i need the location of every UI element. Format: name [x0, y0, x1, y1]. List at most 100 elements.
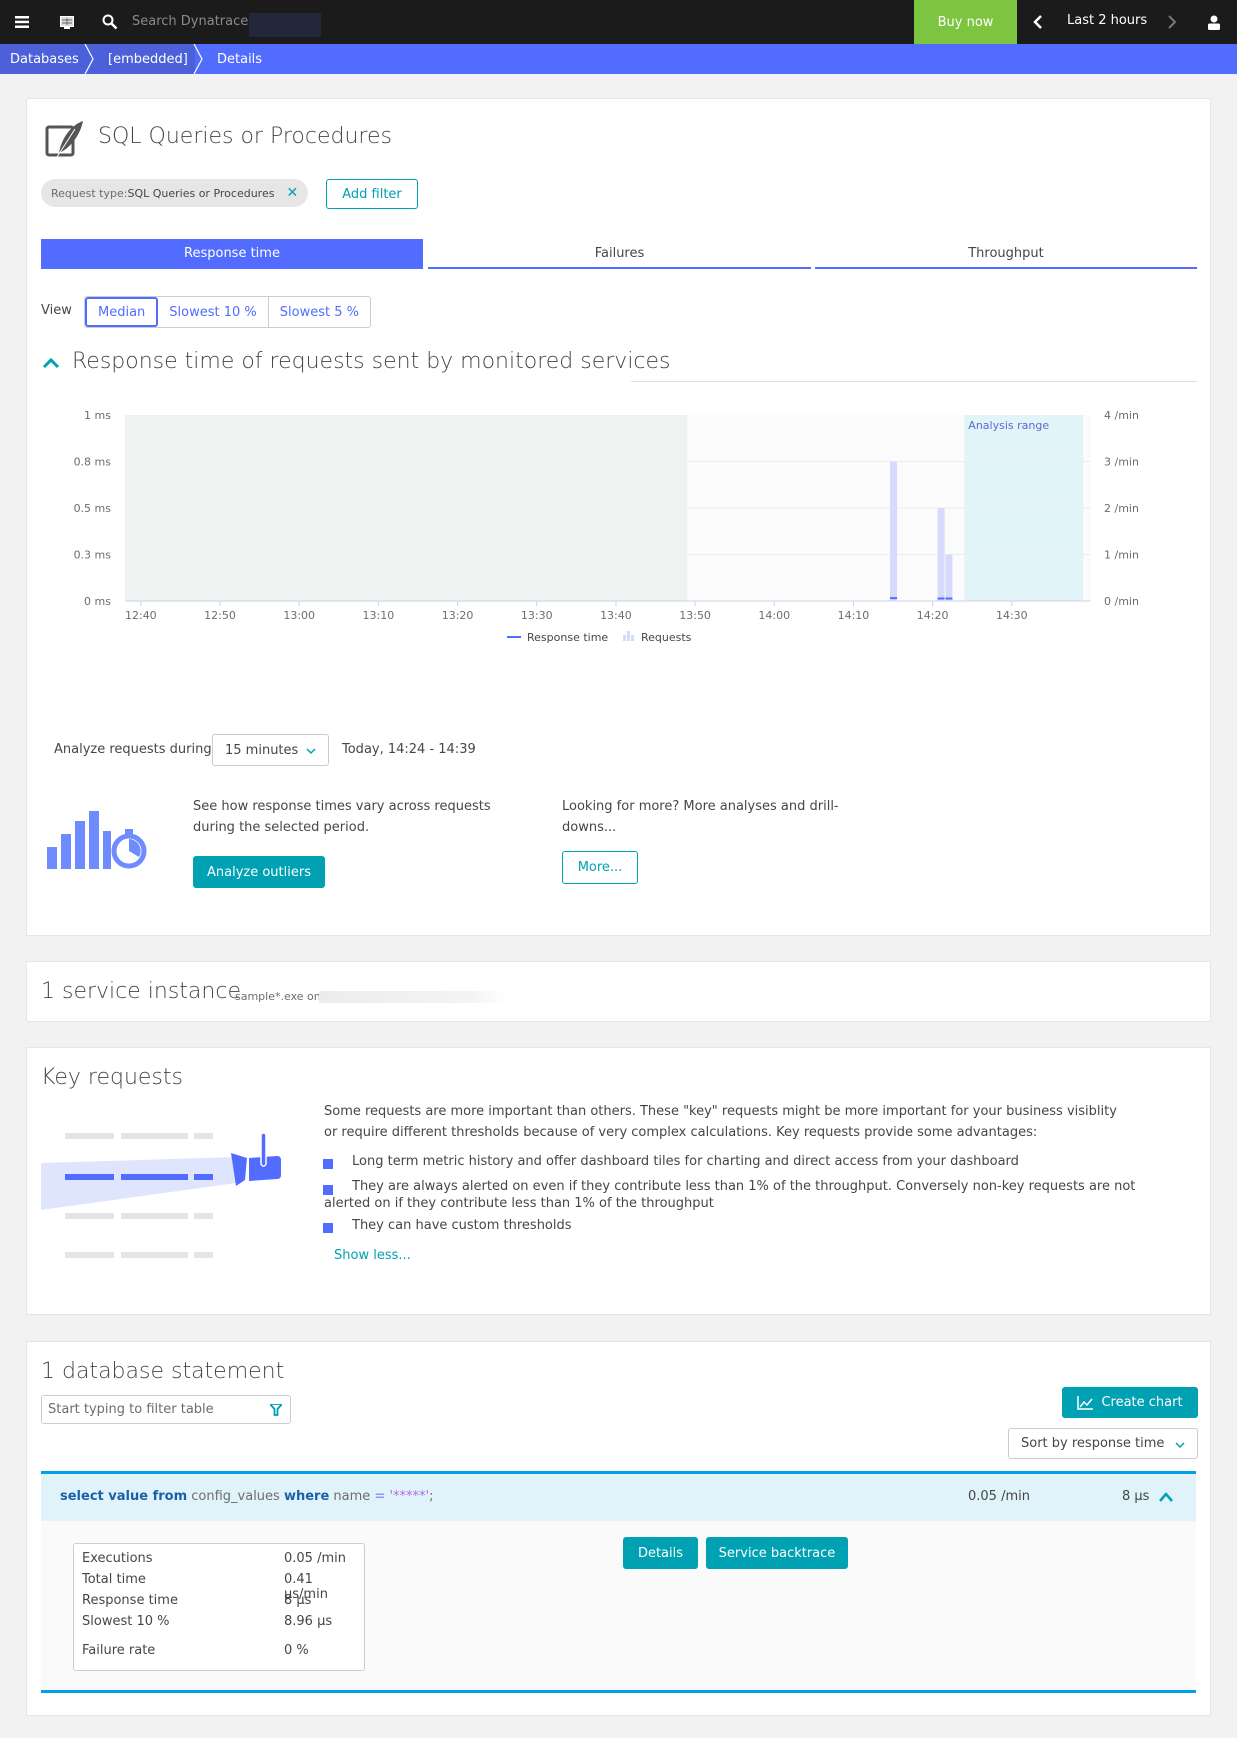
breadcrumb-embedded[interactable]: [embedded]	[108, 44, 188, 74]
chevron-left-icon[interactable]	[1028, 0, 1048, 44]
filter-icon	[270, 1404, 282, 1416]
response-time-chart[interactable]: Analysis range 0 /min 1 /min 2 /min 3 /min 4 …	[27, 379, 1212, 719]
requests-bar	[890, 461, 898, 601]
analyze-outliers-button[interactable]: Analyze outliers	[193, 856, 325, 888]
x-tick-label: 13:20	[442, 609, 474, 622]
view-slowest-5[interactable]: Slowest 5 %	[269, 297, 370, 327]
key-requests-bullet: They can have custom thresholds	[352, 1218, 572, 1233]
filter-table-placeholder: Start typing to filter table	[48, 1402, 214, 1417]
show-less-link[interactable]: Show less...	[334, 1245, 411, 1266]
breadcrumb: Databases [embedded] Details	[0, 44, 1237, 74]
view-selector: Median Slowest 10 % Slowest 5 %	[84, 296, 371, 328]
sql-keyword: select value from	[60, 1489, 188, 1504]
stat-value: 8.96 µs	[284, 1614, 333, 1629]
breadcrumb-details: Details	[217, 51, 263, 67]
y-left-tick-label: 0.5 ms	[74, 502, 112, 515]
analysis-range-text: Today, 14:24 - 14:39	[342, 742, 476, 757]
buy-now-button[interactable]: Buy now	[914, 0, 1017, 44]
sql-quill-icon	[45, 119, 85, 163]
filter-table-input[interactable]: Start typing to filter table	[41, 1395, 291, 1424]
create-chart-label: Create chart	[1101, 1395, 1183, 1410]
stat-label: Failure rate	[82, 1643, 156, 1658]
response-time-point	[937, 597, 945, 600]
legend-response-time: Response time	[527, 631, 608, 644]
y-right-tick-label: 2 /min	[1104, 502, 1139, 515]
tab-throughput[interactable]: Throughput	[815, 239, 1197, 269]
duration-dropdown[interactable]: 15 minutes	[212, 734, 329, 766]
y-left-tick-label: 0.8 ms	[74, 456, 112, 469]
collapse-row-chevron-icon[interactable]	[1158, 1491, 1174, 1503]
key-requests-intro: Some requests are more important than ot…	[324, 1104, 1117, 1140]
remove-filter-icon[interactable]: ✕	[286, 185, 298, 201]
legend-requests: Requests	[641, 631, 692, 644]
legend-requests-swatch	[623, 635, 626, 641]
tab-response-time[interactable]: Response time	[41, 239, 423, 269]
response-time-point	[945, 597, 953, 600]
tab-failures[interactable]: Failures	[428, 239, 811, 269]
service-instance-title[interactable]: 1 service instance	[41, 979, 241, 1004]
collapse-chevron-icon[interactable]	[41, 356, 61, 374]
x-tick-label: 13:00	[283, 609, 315, 622]
service-backtrace-button[interactable]: Service backtrace	[706, 1537, 848, 1569]
sort-value: Sort by response time	[1021, 1436, 1165, 1451]
create-chart-button[interactable]: Create chart	[1062, 1387, 1198, 1418]
response-time-card: SQL Queries or Procedures Request type: …	[26, 98, 1211, 936]
more-button[interactable]: More...	[562, 851, 638, 884]
stat-value: 8 µs	[284, 1593, 312, 1608]
breadcrumb-separator	[193, 44, 203, 74]
details-button[interactable]: Details	[623, 1537, 698, 1569]
x-tick-label: 14:20	[917, 609, 949, 622]
requests-bar	[937, 508, 945, 601]
key-requests-bullet: They are always alerted on even if they …	[324, 1179, 1136, 1211]
x-tick-label: 13:50	[679, 609, 711, 622]
stat-response-time: Response time 8 µs	[82, 1593, 356, 1613]
chart-icon	[1077, 1395, 1094, 1410]
breadcrumb-databases[interactable]: Databases	[10, 44, 79, 74]
y-right-tick-label: 1 /min	[1104, 549, 1139, 562]
x-tick-label: 14:00	[758, 609, 790, 622]
legend-requests-swatch	[627, 631, 630, 641]
redacted-environment	[249, 13, 321, 37]
stat-total-time: Total time 0.41 µs/min	[82, 1572, 356, 1602]
stat-value: 0.05 /min	[284, 1551, 346, 1566]
y-left-tick-label: 0 ms	[84, 595, 111, 608]
sql-text: config_values	[187, 1489, 284, 1504]
service-instance-detail: sample*.exe on	[235, 990, 321, 1003]
y-left-tick-label: 0.3 ms	[74, 549, 112, 562]
hamburger-menu-icon[interactable]	[10, 0, 34, 44]
outliers-description: See how response times vary across reque…	[193, 799, 491, 835]
screen-icon[interactable]	[55, 0, 79, 44]
view-slowest-10[interactable]: Slowest 10 %	[158, 297, 269, 327]
search-icon[interactable]	[98, 0, 122, 44]
x-tick-label: 14:10	[838, 609, 870, 622]
sql-keyword: where	[283, 1489, 330, 1504]
sql-literal: '*****'	[385, 1489, 430, 1504]
top-bar: Search Dynatrace: Buy now Last 2 hours	[0, 0, 1237, 44]
filter-chip[interactable]: Request type: SQL Queries or Procedures …	[41, 179, 309, 207]
database-statements-card: 1 database statement Start typing to fil…	[26, 1341, 1211, 1716]
stat-failure-rate: Failure rate 0 %	[82, 1643, 356, 1663]
y-left-tick-label: 1 ms	[84, 409, 111, 422]
analyze-label: Analyze requests during	[54, 742, 212, 757]
filter-key: Request type:	[51, 186, 128, 200]
user-icon[interactable]	[1204, 0, 1224, 44]
stat-label: Total time	[82, 1572, 146, 1587]
stat-value: 0 %	[284, 1643, 309, 1658]
stat-executions: Executions 0.05 /min	[82, 1551, 356, 1571]
sort-dropdown[interactable]: Sort by response time	[1008, 1428, 1198, 1459]
sql-operator: =	[374, 1489, 386, 1504]
no-data-region	[125, 415, 688, 601]
page-title: SQL Queries or Procedures	[98, 124, 392, 149]
search-input[interactable]: Search Dynatrace:	[132, 14, 253, 29]
add-filter-button[interactable]: Add filter	[326, 179, 418, 209]
view-median[interactable]: Median	[85, 297, 159, 327]
row-response-time: 8 µs	[1122, 1489, 1150, 1504]
table-row[interactable]: select value from config_values where na…	[41, 1471, 1196, 1521]
timeframe-selector[interactable]: Last 2 hours	[1067, 13, 1147, 28]
filter-value: SQL Queries or Procedures	[127, 186, 275, 200]
stat-label: Executions	[82, 1551, 153, 1566]
chevron-right-icon[interactable]	[1162, 0, 1182, 44]
x-tick-label: 12:50	[204, 609, 236, 622]
sql-text: name	[329, 1489, 375, 1504]
chevron-down-icon	[1175, 1442, 1185, 1449]
